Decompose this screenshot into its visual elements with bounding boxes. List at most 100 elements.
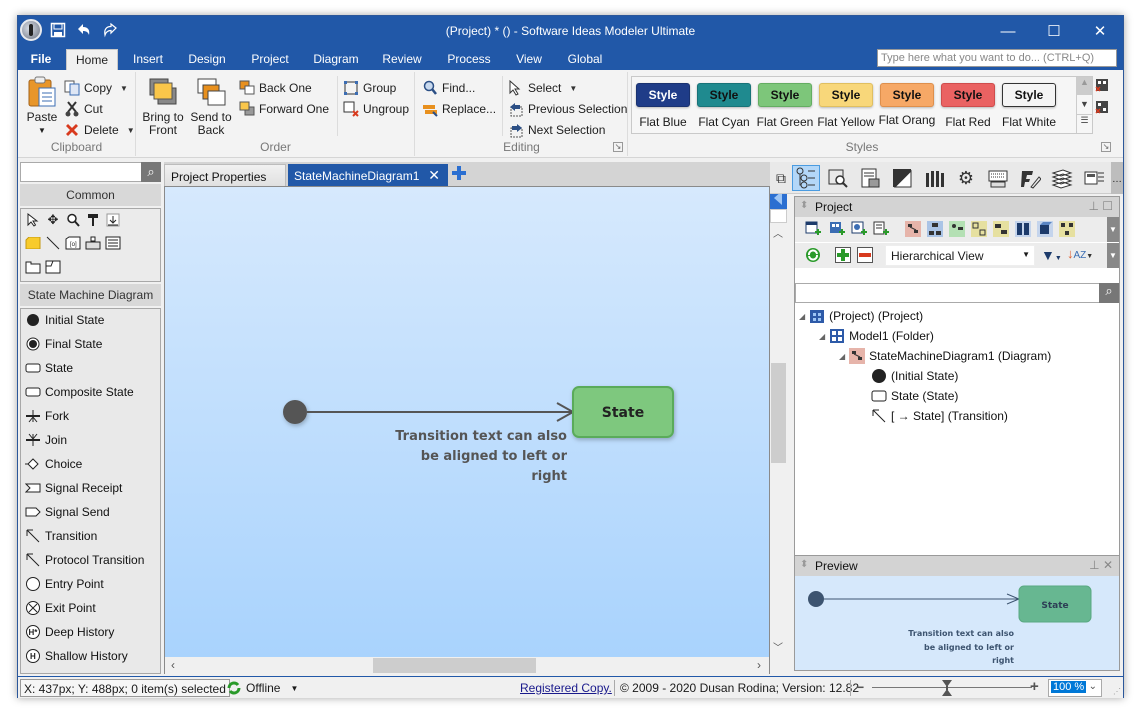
style-side-icon-1[interactable] bbox=[1095, 78, 1109, 95]
style-side-icon-2[interactable] bbox=[1095, 100, 1109, 117]
filter-component-icon[interactable] bbox=[971, 221, 987, 237]
expand-all-icon[interactable] bbox=[835, 247, 851, 263]
search-icon[interactable]: ⌕ bbox=[141, 162, 161, 182]
package-icon[interactable] bbox=[24, 259, 42, 275]
styles-launcher-icon[interactable]: ↘ bbox=[1101, 142, 1111, 152]
resize-grip-icon[interactable]: ⋰ bbox=[1113, 687, 1121, 696]
close-button[interactable]: ✕ bbox=[1077, 16, 1123, 46]
state-node[interactable]: State bbox=[572, 386, 674, 438]
gallery-more-icon[interactable]: ☰ bbox=[1077, 114, 1092, 132]
close-tab-icon[interactable]: ✕ bbox=[428, 167, 440, 184]
find-button[interactable]: Find... bbox=[422, 80, 475, 96]
transition-edge[interactable] bbox=[307, 402, 576, 422]
frame-icon[interactable] bbox=[44, 259, 62, 275]
filter-icon[interactable]: ▼▼ bbox=[1041, 247, 1062, 263]
copy-button[interactable]: Copy ▼ bbox=[64, 80, 128, 96]
tool-protocol-transition[interactable]: Protocol Transition bbox=[25, 551, 144, 569]
new-model-icon[interactable] bbox=[829, 221, 845, 237]
tool-signal-send[interactable]: Signal Send bbox=[25, 503, 110, 521]
command-search-input[interactable]: Type here what you want to do... (CTRL+Q… bbox=[877, 49, 1117, 67]
tree-node-state[interactable]: State (State) bbox=[871, 387, 958, 405]
expand-arrow-icon[interactable]: ◢ bbox=[839, 352, 845, 361]
tool-shallow-history[interactable]: H Shallow History bbox=[25, 647, 128, 665]
toolbar-1-overflow-icon[interactable]: ▼ bbox=[1107, 217, 1119, 242]
close-panel-icon[interactable]: ✕ bbox=[1103, 558, 1113, 572]
tool-composite-state[interactable]: Composite State bbox=[25, 383, 134, 401]
registered-copy-link[interactable]: Registered Copy. bbox=[520, 681, 612, 695]
zoom-slider[interactable] bbox=[872, 687, 1032, 688]
tab-project[interactable]: Project bbox=[246, 49, 294, 70]
tab-insert[interactable]: Insert bbox=[126, 49, 170, 70]
tool-initial-state[interactable]: Initial State bbox=[25, 311, 104, 329]
paste-button[interactable]: Paste ▼ bbox=[24, 76, 60, 137]
expand-arrow-icon[interactable]: ◢ bbox=[819, 332, 825, 341]
common-section-header[interactable]: Common bbox=[20, 184, 161, 206]
delete-button[interactable]: Delete ▼ bbox=[64, 122, 135, 138]
settings-gears-icon[interactable]: ⚙ bbox=[952, 165, 980, 191]
style-flat-green[interactable]: Style Flat Green bbox=[756, 81, 814, 129]
style-editor-icon[interactable] bbox=[888, 165, 916, 191]
diagram-canvas[interactable]: State Transition text can also be aligne… bbox=[165, 187, 769, 657]
tree-node-model[interactable]: ◢ Model1 (Folder) bbox=[819, 327, 934, 345]
panel-grip-icon[interactable]: ⬍ bbox=[800, 559, 808, 570]
scroll-left-icon[interactable]: ‹ bbox=[171, 658, 175, 672]
style-flat-white[interactable]: Style Flat White bbox=[1000, 81, 1058, 129]
tool-exit-point[interactable]: Exit Point bbox=[25, 599, 96, 617]
new-document-icon[interactable] bbox=[873, 221, 889, 237]
tool-fork[interactable]: Fork bbox=[25, 407, 69, 425]
float-icon[interactable]: ☐ bbox=[1102, 199, 1113, 213]
tab-diagram[interactable]: Diagram bbox=[310, 49, 362, 70]
pointer-icon[interactable] bbox=[24, 212, 42, 228]
pin-icon[interactable]: ⊥ bbox=[1089, 558, 1099, 572]
style-flat-red[interactable]: Style Flat Red bbox=[939, 81, 997, 129]
zoom-out-button[interactable]: − bbox=[856, 679, 864, 695]
refresh-icon[interactable] bbox=[805, 247, 821, 263]
replace-button[interactable]: Replace... bbox=[422, 101, 496, 117]
connection-dropdown-icon[interactable]: ▼ bbox=[290, 684, 298, 693]
tree-node-project[interactable]: ◢ (Project) (Project) bbox=[799, 307, 923, 325]
filter-deployment-icon[interactable] bbox=[927, 221, 943, 237]
tab-file[interactable]: File bbox=[22, 49, 60, 70]
splitter-handle[interactable] bbox=[770, 209, 787, 223]
filter-state-diagram-icon[interactable] bbox=[905, 221, 921, 237]
preview-canvas[interactable]: State Transition text can also be aligne… bbox=[795, 576, 1119, 670]
vertical-scroll-thumb[interactable] bbox=[771, 363, 786, 463]
previous-selection-button[interactable]: Previous Selection bbox=[508, 101, 627, 117]
line-icon[interactable] bbox=[44, 235, 62, 251]
expand-arrow-icon[interactable]: ◢ bbox=[799, 312, 805, 321]
tab-review[interactable]: Review bbox=[380, 49, 424, 70]
gallery-up-icon[interactable]: ▲ bbox=[1077, 77, 1092, 95]
properties-icon[interactable] bbox=[856, 165, 884, 191]
tab-design[interactable]: Design bbox=[184, 49, 230, 70]
tool-signal-receipt[interactable]: Signal Receipt bbox=[25, 479, 122, 497]
insert-space-icon[interactable] bbox=[104, 212, 122, 228]
scroll-right-icon[interactable]: › bbox=[757, 658, 761, 672]
paste-dropdown-icon[interactable]: ▼ bbox=[24, 124, 60, 137]
zoom-level-select[interactable]: 100 % ⌄ bbox=[1048, 679, 1102, 697]
vertical-scrollbar[interactable]: ︿ ﹀ bbox=[770, 187, 787, 657]
tab-process[interactable]: Process bbox=[444, 49, 494, 70]
state-machine-section-header[interactable]: State Machine Diagram bbox=[20, 284, 161, 306]
color-palette-icon[interactable] bbox=[920, 165, 948, 191]
gallery-down-icon[interactable]: ▼ bbox=[1077, 95, 1092, 114]
pin-icon[interactable]: ⊥ bbox=[1088, 199, 1098, 213]
search-elements-icon[interactable] bbox=[824, 165, 852, 191]
maximize-button[interactable]: ☐ bbox=[1031, 16, 1077, 46]
group-button[interactable]: Group bbox=[343, 80, 396, 96]
filter-network-icon[interactable] bbox=[1059, 221, 1075, 237]
tab-view[interactable]: View bbox=[512, 49, 546, 70]
minimize-button[interactable]: — bbox=[985, 16, 1031, 46]
style-flat-orange[interactable]: Style Flat Orang bbox=[878, 81, 936, 127]
initial-state-node[interactable] bbox=[283, 400, 307, 424]
text-block-icon[interactable] bbox=[104, 235, 122, 251]
zoom-dropdown-icon[interactable]: ⌄ bbox=[1089, 681, 1097, 692]
add-tab-icon[interactable] bbox=[452, 166, 466, 180]
style-flat-cyan[interactable]: Style Flat Cyan bbox=[695, 81, 753, 129]
connection-status-button[interactable]: Offline ▼ bbox=[226, 680, 298, 696]
pan-icon[interactable]: ✥ bbox=[44, 212, 62, 228]
tool-state[interactable]: State bbox=[25, 359, 73, 377]
tab-state-machine-diagram[interactable]: StateMachineDiagram1 ✕ bbox=[288, 164, 448, 186]
element-list-icon[interactable] bbox=[1080, 165, 1108, 191]
filter-3d-icon[interactable] bbox=[1037, 221, 1053, 237]
horizontal-scrollbar[interactable]: ‹ › bbox=[165, 657, 769, 674]
